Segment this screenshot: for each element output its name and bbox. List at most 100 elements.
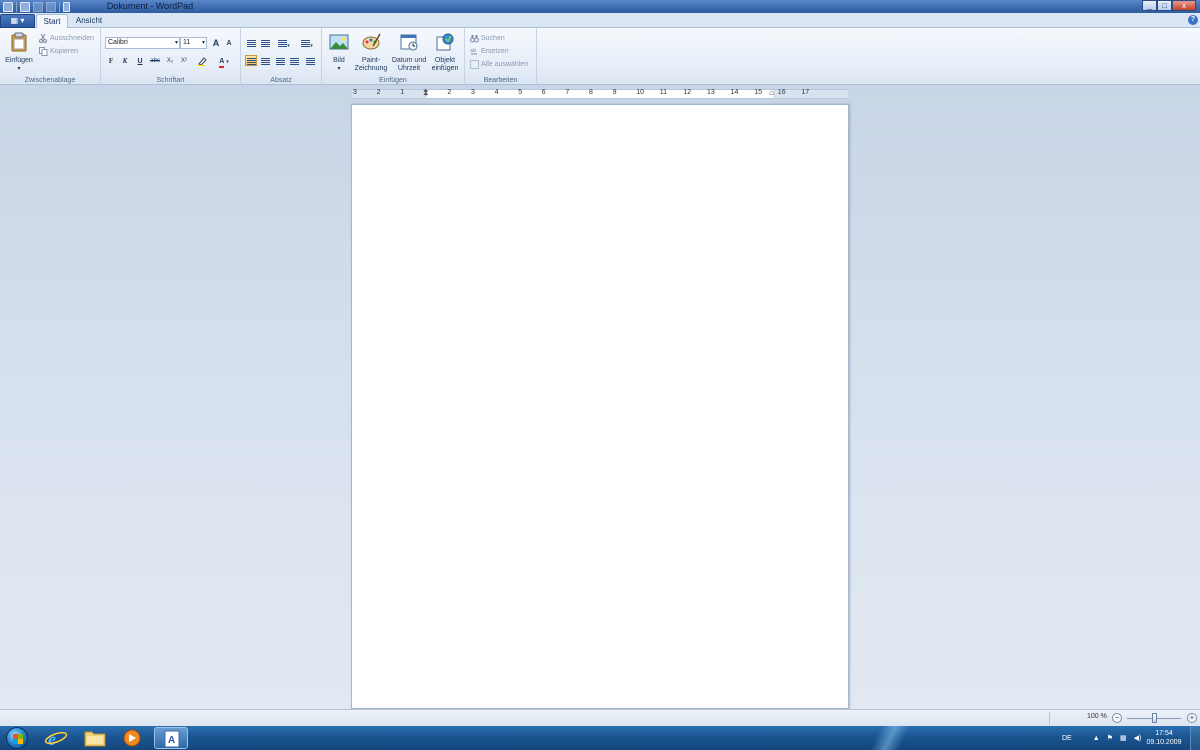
underline-button[interactable]: U bbox=[134, 55, 146, 66]
close-button[interactable]: x bbox=[1172, 0, 1196, 11]
paste-label: Einfügen bbox=[5, 57, 33, 64]
insert-object-button[interactable]: Objekt einfügen bbox=[428, 32, 462, 73]
first-line-indent-marker[interactable]: ⧗ bbox=[423, 88, 429, 98]
show-hidden-icons-icon[interactable]: ▲ bbox=[1093, 735, 1100, 742]
ruler-tick-label: 2 bbox=[376, 89, 381, 96]
bold-button[interactable]: F bbox=[105, 55, 117, 66]
zoom-out-button[interactable]: − bbox=[1112, 713, 1122, 723]
help-icon[interactable]: ? bbox=[1188, 15, 1198, 25]
superscript-button[interactable]: X² bbox=[178, 55, 190, 66]
maximize-button[interactable]: □ bbox=[1157, 0, 1172, 11]
paragraph-settings-button[interactable] bbox=[304, 55, 316, 66]
ruler-tick-label: 9 bbox=[612, 89, 617, 96]
paragraph-icon bbox=[305, 58, 315, 65]
clock[interactable]: 17:54 09.10.2009 bbox=[1140, 729, 1188, 747]
font-color-icon: A bbox=[219, 58, 225, 68]
select-all-label: Alle auswählen bbox=[481, 61, 529, 68]
insert-object-icon bbox=[436, 33, 454, 51]
svg-text:A: A bbox=[168, 735, 175, 746]
zoom-slider-thumb[interactable] bbox=[1152, 713, 1157, 723]
font-name-combo[interactable]: Calibri ▾ bbox=[105, 37, 180, 49]
clock-date: 09.10.2009 bbox=[1146, 739, 1182, 746]
left-margin-area bbox=[352, 90, 427, 98]
network-icon[interactable]: ▦ bbox=[1120, 734, 1127, 742]
font-color-button[interactable]: A ▾ bbox=[215, 55, 233, 68]
ruler-tick-label: 3 bbox=[353, 89, 357, 96]
system-tray: DE ▲ ⚑ ▦ ◀) bbox=[1062, 726, 1141, 750]
taskbar-wordpad[interactable]: A bbox=[154, 727, 188, 749]
paint-drawing-button[interactable]: Paint- Zeichnung bbox=[351, 32, 391, 73]
document-page[interactable] bbox=[351, 104, 849, 709]
highlighter-icon bbox=[198, 57, 207, 66]
date-time-label-line1: Datum und bbox=[391, 57, 427, 64]
highlight-color-button[interactable] bbox=[195, 55, 211, 66]
font-group-label: Schriftart bbox=[156, 77, 185, 84]
tab-ansicht[interactable]: Ansicht bbox=[70, 14, 108, 28]
palette-icon bbox=[362, 33, 381, 50]
paragraph-group: ▾ ▾ Absatz bbox=[241, 28, 322, 85]
line-spacing-button[interactable]: ▾ bbox=[297, 37, 317, 49]
copy-button[interactable]: Kopieren bbox=[39, 46, 78, 57]
svg-text:ab: ab bbox=[470, 48, 476, 54]
decrease-indent-button[interactable] bbox=[245, 37, 257, 48]
language-indicator[interactable]: DE bbox=[1062, 735, 1072, 742]
paste-button[interactable]: Einfügen ▾ bbox=[2, 32, 36, 73]
picture-label: Bild bbox=[333, 57, 345, 64]
select-all-button[interactable]: Alle auswählen bbox=[470, 59, 528, 70]
ribbon-tabs: ▦ ▾ Start Ansicht ? bbox=[0, 13, 1200, 28]
align-left-icon bbox=[246, 58, 256, 65]
taskbar-explorer[interactable] bbox=[78, 727, 112, 749]
tab-start[interactable]: Start bbox=[36, 14, 68, 28]
ruler-tick-label: 7 bbox=[565, 89, 570, 96]
ruler-tick-label: 6 bbox=[541, 89, 546, 96]
strikethrough-button[interactable]: abc bbox=[148, 55, 162, 66]
cut-label: Ausschneiden bbox=[50, 35, 94, 42]
italic-button[interactable]: K bbox=[119, 55, 131, 66]
clock-time: 17:54 bbox=[1155, 730, 1173, 737]
replace-button[interactable]: ab Ersetzen bbox=[470, 46, 509, 57]
subscript-button[interactable]: X₂ bbox=[164, 55, 176, 66]
taskbar-glow bbox=[860, 726, 920, 750]
application-menu-button[interactable]: ▦ ▾ bbox=[0, 14, 35, 28]
action-center-flag-icon[interactable]: ⚑ bbox=[1107, 734, 1113, 742]
svg-text:e: e bbox=[48, 729, 56, 749]
minimize-button[interactable]: _ bbox=[1142, 0, 1157, 11]
replace-label: Ersetzen bbox=[481, 48, 509, 55]
show-desktop-button[interactable] bbox=[1190, 726, 1200, 750]
bullet-list-button[interactable]: ▾ bbox=[274, 37, 294, 49]
ruler-tick-label: 8 bbox=[589, 89, 593, 96]
zoom-in-button[interactable]: + bbox=[1187, 713, 1197, 723]
justify-button[interactable] bbox=[288, 55, 300, 66]
right-indent-marker[interactable]: ⌂ bbox=[769, 88, 774, 97]
editing-group-label: Bearbeiten bbox=[483, 77, 518, 84]
windows-logo-icon-lower bbox=[13, 739, 23, 744]
date-time-label-line2: Uhrzeit bbox=[397, 65, 421, 72]
cut-button[interactable]: Ausschneiden bbox=[39, 33, 94, 44]
ruler-tick-label: 10 bbox=[636, 89, 644, 96]
title-bar: Dokument - WordPad _ □ x bbox=[0, 0, 1200, 13]
chevron-down-icon: ▾ bbox=[201, 40, 205, 46]
ruler-tick-label: 17 bbox=[801, 89, 810, 96]
taskbar: e A DE ▲ ⚑ ▦ ◀) 17:54 09.10.2009 bbox=[0, 726, 1200, 750]
align-right-button[interactable] bbox=[274, 55, 286, 66]
taskbar-media-player[interactable] bbox=[115, 727, 149, 749]
increase-indent-button[interactable] bbox=[259, 37, 271, 48]
date-time-button[interactable]: Datum und Uhrzeit bbox=[389, 32, 429, 73]
ruler[interactable]: 3 2 1 1 2 3 4 5 6 7 8 9 10 11 12 13 14 15 16 17 ⧗ ⌂ bbox=[352, 88, 848, 99]
find-button[interactable]: Suchen bbox=[470, 33, 505, 44]
font-size-combo[interactable]: 11 ▾ bbox=[180, 37, 207, 49]
grow-font-button[interactable]: A bbox=[210, 37, 222, 48]
ruler-tick-label: 5 bbox=[518, 89, 523, 96]
shrink-font-button[interactable]: A bbox=[223, 37, 235, 48]
align-center-button[interactable] bbox=[259, 55, 271, 66]
start-button[interactable] bbox=[6, 727, 28, 749]
zoom-level: 100 % bbox=[1087, 713, 1107, 720]
ruler-tick-label: 16 bbox=[777, 89, 786, 96]
picture-button[interactable]: Bild ▾ bbox=[327, 32, 351, 73]
taskbar-internet-explorer[interactable]: e bbox=[39, 727, 73, 749]
folder-icon bbox=[84, 731, 106, 747]
line-spacing-icon bbox=[301, 40, 311, 47]
media-player-icon bbox=[123, 729, 141, 747]
align-left-button[interactable] bbox=[245, 55, 257, 66]
decrease-indent-icon bbox=[246, 40, 256, 47]
